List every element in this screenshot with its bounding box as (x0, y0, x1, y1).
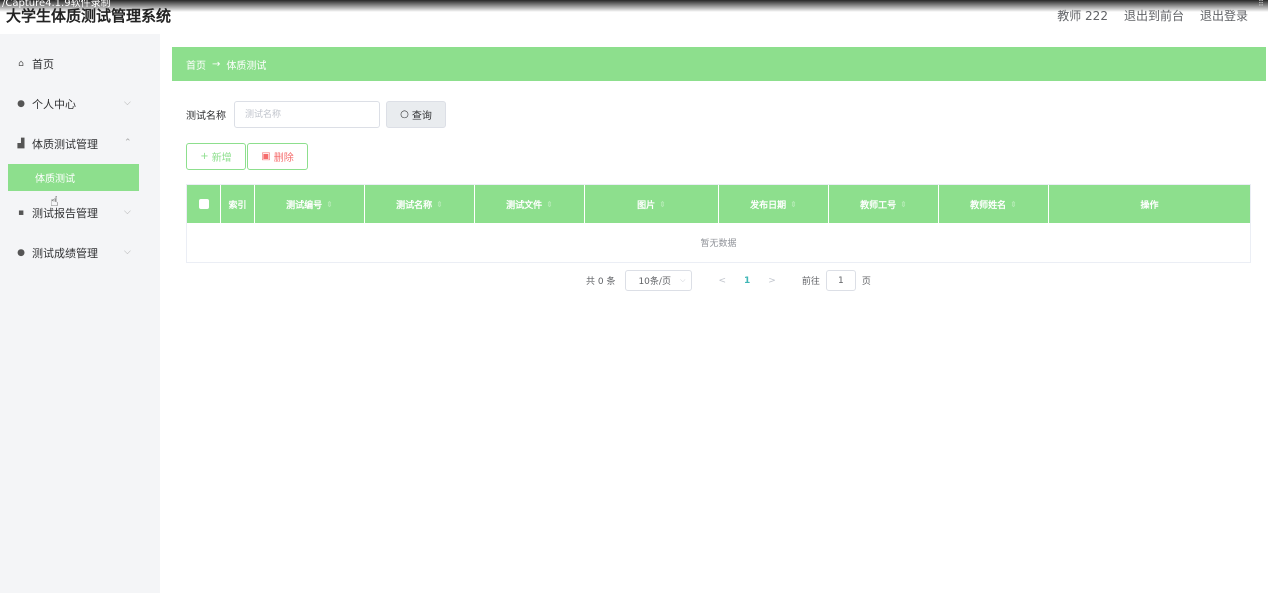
pagination: 共 0 条 10条/页 ⌵ < 1 > 前往 页 (586, 270, 871, 291)
data-table: 索引 测试编号 ⇕ 测试名称 ⇕ 测试文件 ⇕ 图片 ⇕ 发布日期 ⇕ 教师工号 ⇕ 教师姓… (186, 184, 1251, 263)
sidebar-item-personal[interactable]: ● 个人中心 ⌵ (0, 84, 160, 124)
column-header-actions: 操作 (1140, 200, 1159, 211)
column-header-image[interactable]: 图片 ⇕ (585, 185, 719, 223)
sort-icon: ⇕ (659, 199, 666, 209)
site-title: 大学生体质测试管理系统 (6, 7, 172, 25)
chevron-down-icon: ⌵ (124, 207, 131, 217)
sidebar-item-home[interactable]: ⌂ 首页 (0, 44, 160, 84)
user-icon: ● (17, 99, 25, 109)
main-content: 首页 → 体质测试 测试名称 ○ 查询 + 新增 ▣ 删除 索引 (160, 34, 1268, 593)
sort-icon: ⇕ (546, 199, 553, 209)
location-icon: ● (17, 248, 25, 258)
page-number-1[interactable]: 1 (744, 276, 750, 286)
plus-icon: + (200, 151, 209, 162)
sidebar-item-test-management[interactable]: ▟ 体质测试管理 ⌃ (0, 124, 160, 164)
empty-state: 暂无数据 (700, 239, 737, 249)
action-buttons: + 新增 ▣ 删除 (186, 143, 308, 170)
breadcrumb-arrow-icon: → (212, 58, 221, 70)
pointer-cursor-icon: ☝ (50, 194, 59, 210)
table-header: 索引 测试编号 ⇕ 测试名称 ⇕ 测试文件 ⇕ 图片 ⇕ 发布日期 ⇕ 教师工号 ⇕ 教师姓… (187, 185, 1250, 223)
search-label: 测试名称 (186, 111, 226, 122)
total-count: 共 0 条 (586, 277, 616, 287)
current-user: 教师 222 (1057, 9, 1108, 23)
search-button[interactable]: ○ 查询 (386, 101, 446, 128)
page-size-select[interactable]: 10条/页 ⌵ (625, 270, 693, 291)
search-input[interactable] (234, 101, 380, 128)
corner-dots-icon: ⠿ (1258, 0, 1264, 8)
goto-label: 前往 (801, 277, 820, 287)
column-header-test-file[interactable]: 测试文件 ⇕ (475, 185, 585, 223)
delete-button[interactable]: ▣ 删除 (247, 143, 308, 170)
search-bar: 测试名称 ○ 查询 (186, 101, 446, 128)
column-header-teacher-name[interactable]: 教师姓名 ⇕ (939, 185, 1049, 223)
grid-icon: ▪ (17, 208, 25, 218)
select-all-cell (187, 185, 221, 223)
sort-icon: ⇕ (790, 199, 797, 209)
sidebar: ⌂ 首页 ● 个人中心 ⌵ ▟ 体质测试管理 ⌃ 体质测试 ▪ 测试报告管理 ⌵… (0, 34, 160, 593)
chart-icon: ▟ (17, 139, 25, 149)
sidebar-item-label: 个人中心 (32, 98, 76, 111)
delete-button-label: 删除 (273, 153, 294, 164)
header-links: 教师 222 退出到前台 退出登录 (1057, 7, 1248, 24)
column-header-index: 索引 (221, 185, 255, 223)
prev-page-button[interactable]: < (718, 276, 726, 286)
sidebar-item-label: 体质测试管理 (32, 138, 98, 151)
column-header-test-name[interactable]: 测试名称 ⇕ (365, 185, 475, 223)
chevron-down-icon: ⌵ (124, 247, 131, 257)
add-button[interactable]: + 新增 (186, 143, 246, 170)
goto-page-input[interactable] (825, 270, 856, 291)
sort-icon: ⇕ (326, 199, 333, 209)
trash-icon: ▣ (261, 151, 271, 162)
search-icon: ○ (400, 109, 409, 120)
breadcrumb: 首页 → 体质测试 (172, 47, 1266, 81)
logout-link[interactable]: 退出登录 (1200, 7, 1248, 24)
sidebar-subitem-test[interactable]: 体质测试 (8, 164, 139, 191)
to-frontend-link[interactable]: 退出到前台 (1124, 7, 1184, 24)
sidebar-item-score-management[interactable]: ● 测试成绩管理 ⌵ (0, 233, 160, 273)
page-unit-label: 页 (861, 277, 871, 287)
add-button-label: 新增 (211, 153, 232, 164)
sort-icon: ⇕ (1010, 199, 1017, 209)
breadcrumb-home[interactable]: 首页 (186, 57, 206, 72)
chevron-up-icon: ⌃ (124, 138, 132, 148)
top-bar: /Capture4.1.9软件录制 大学生体质测试管理系统 教师 222 退出到… (0, 0, 1268, 34)
home-icon: ⌂ (18, 59, 24, 69)
sort-icon: ⇕ (900, 199, 907, 209)
breadcrumb-current: 体质测试 (226, 60, 267, 72)
sort-icon: ⇕ (436, 199, 443, 209)
chevron-down-icon: ⌵ (680, 276, 686, 284)
chevron-down-icon: ⌵ (124, 98, 131, 108)
search-button-label: 查询 (411, 111, 432, 122)
sidebar-item-label: 测试报告管理 (32, 207, 98, 220)
column-header-publish-date[interactable]: 发布日期 ⇕ (719, 185, 829, 223)
sidebar-item-label: 首页 (32, 58, 54, 71)
sidebar-item-report-management[interactable]: ▪ 测试报告管理 ⌵ (0, 193, 160, 233)
next-page-button[interactable]: > (768, 276, 776, 286)
sidebar-item-label: 测试成绩管理 (32, 247, 98, 260)
select-all-checkbox[interactable] (198, 199, 209, 209)
column-header-test-id[interactable]: 测试编号 ⇕ (255, 185, 365, 223)
column-header-teacher-id[interactable]: 教师工号 ⇕ (829, 185, 939, 223)
